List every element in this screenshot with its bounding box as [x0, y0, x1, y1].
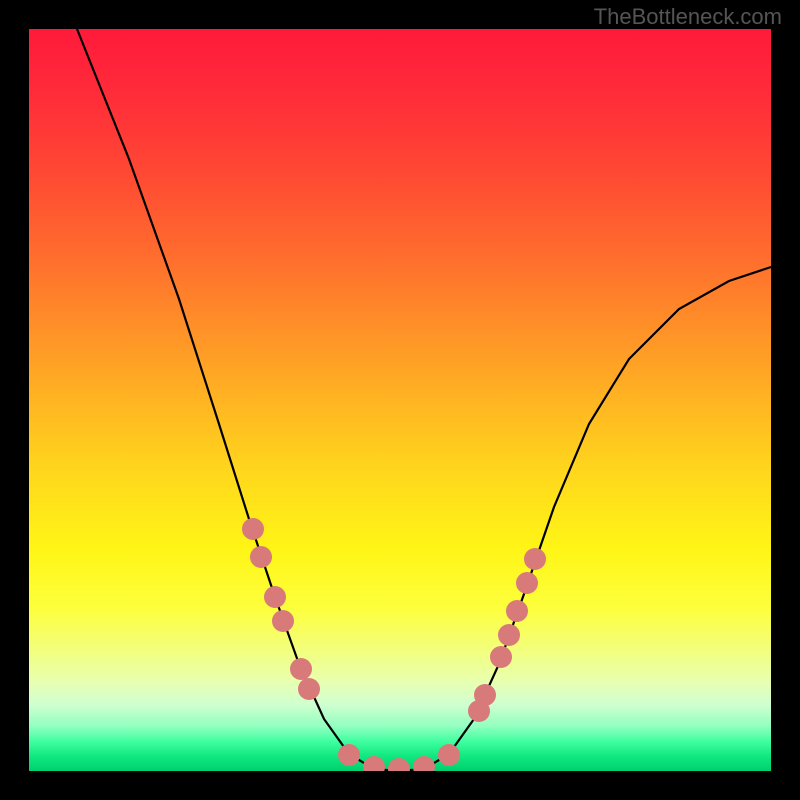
data-marker — [474, 684, 496, 706]
data-marker — [498, 624, 520, 646]
data-marker — [490, 646, 512, 668]
data-marker — [413, 756, 435, 771]
data-marker — [506, 600, 528, 622]
data-marker — [338, 744, 360, 766]
data-marker — [272, 610, 294, 632]
data-marker — [438, 744, 460, 766]
data-marker — [264, 586, 286, 608]
curve-svg — [29, 29, 771, 771]
data-marker — [298, 678, 320, 700]
watermark-text: TheBottleneck.com — [594, 4, 782, 30]
data-marker — [250, 546, 272, 568]
data-marker — [242, 518, 264, 540]
data-marker — [363, 756, 385, 771]
data-marker — [290, 658, 312, 680]
bottleneck-curve — [77, 29, 771, 771]
data-marker — [516, 572, 538, 594]
data-marker — [524, 548, 546, 570]
plot-area — [29, 29, 771, 771]
